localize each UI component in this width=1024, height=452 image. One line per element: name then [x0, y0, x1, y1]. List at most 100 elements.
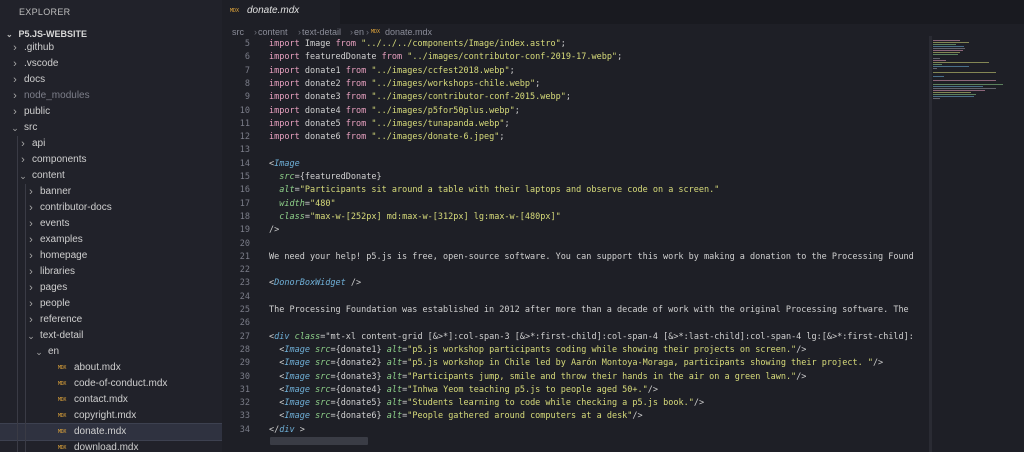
code-line[interactable]: 18 class="max-w-[252px] md:max-w-[312px]… — [222, 210, 927, 224]
code-line[interactable]: 11 import donate5 from "../images/tunapan… — [222, 117, 927, 131]
tab-donate-mdx[interactable]: MDX donate.mdx — [222, 0, 340, 24]
tree-item[interactable]: ⌄ en — [0, 344, 222, 360]
code-line[interactable]: 14 <Image — [222, 157, 927, 171]
code-line[interactable]: 19 /> — [222, 223, 927, 237]
line-number: 30 — [239, 371, 250, 382]
vscode-window: EXPLORER ⌄ P5.JS-WEBSITE › .github › .vscod… — [0, 0, 1024, 452]
tree-item[interactable]: MDX donate.mdx — [0, 423, 222, 441]
code-text: src={featuredDonate} — [279, 172, 382, 182]
line-number: 7 — [244, 65, 250, 76]
code-text: import donate2 from "../images/workshops… — [269, 78, 541, 89]
code-line[interactable]: 21 We need your help! p5.js is free, open… — [222, 250, 927, 264]
tree-item[interactable]: › .github — [0, 40, 222, 56]
chevron-right-icon: › — [29, 266, 33, 278]
editor-area: MDX donate.mdx src › content › text-detail › e… — [222, 0, 1024, 452]
code-line[interactable]: 28 <Image src={donate1} alt="p5.js works… — [222, 343, 927, 357]
tree-item-label: .vscode — [24, 58, 59, 69]
tree-item[interactable]: › reference — [0, 312, 222, 328]
chevron-right-icon: › — [29, 314, 33, 326]
tree-item-label: homepage — [40, 250, 88, 261]
code-line[interactable]: 31 <Image src={donate4} alt="Inhwa Yeom … — [222, 383, 927, 397]
tree-item[interactable]: › homepage — [0, 248, 222, 264]
tree-item[interactable]: › .vscode — [0, 56, 222, 72]
code-line[interactable]: 6 import featuredDonate from "../images/c… — [222, 50, 927, 64]
code-line[interactable]: 20 — [222, 237, 927, 251]
code-line[interactable]: 32 <Image src={donate5} alt="Students le… — [222, 396, 927, 410]
vertical-scrollbar[interactable] — [929, 36, 932, 452]
mdx-file-icon: MDX — [230, 8, 240, 14]
tree-item[interactable]: › contributor-docs — [0, 200, 222, 216]
tree-item[interactable]: MDX download.mdx — [0, 440, 222, 452]
code-line[interactable]: 26 — [222, 316, 927, 330]
tree-item[interactable]: MDX about.mdx — [0, 360, 222, 376]
code-line[interactable]: 5 import Image from "../../../components/… — [222, 37, 927, 51]
code-line[interactable]: 7 import donate1 from "../images/ccfest20… — [222, 64, 927, 78]
chevron-right-icon: › — [13, 42, 17, 54]
chevron-right-icon: › — [13, 74, 17, 86]
tree-item[interactable]: › pages — [0, 280, 222, 296]
code-text: <Image src={donate5} alt="Students learn… — [279, 398, 705, 409]
tree-item[interactable]: › api — [0, 136, 222, 152]
chevron-right-icon: › — [13, 58, 17, 70]
tree-item[interactable]: › banner — [0, 184, 222, 200]
chevron-right-icon: › — [13, 106, 17, 118]
code-line[interactable]: 17 width="480" — [222, 197, 927, 211]
tree-item-label: code-of-conduct.mdx — [74, 378, 168, 389]
tree-item[interactable]: MDX copyright.mdx — [0, 408, 222, 424]
code-line[interactable]: 10 import donate4 from "../images/p5for50… — [222, 104, 927, 118]
explorer-panel: EXPLORER ⌄ P5.JS-WEBSITE › .github › .vscod… — [0, 0, 223, 452]
tree-item[interactable]: › components — [0, 152, 222, 168]
tree-item[interactable]: › libraries — [0, 264, 222, 280]
line-number: 26 — [239, 318, 250, 329]
tree-item[interactable]: MDX contact.mdx — [0, 392, 222, 408]
tree-item[interactable]: ⌄ content — [0, 168, 222, 184]
line-number: 11 — [239, 118, 250, 129]
code-line[interactable]: 33 <Image src={donate6} alt="People gath… — [222, 409, 927, 423]
tree-item[interactable]: ⌄ src — [0, 120, 222, 136]
code-line[interactable]: 13 — [222, 143, 927, 157]
code-line[interactable]: 8 import donate2 from "../images/workshop… — [222, 77, 927, 91]
line-number: 22 — [239, 265, 250, 276]
tree-item[interactable]: › people — [0, 296, 222, 312]
minimap[interactable] — [929, 36, 1024, 452]
indent-guide — [25, 184, 26, 452]
code-line[interactable]: 16 alt="Participants sit around a table … — [222, 183, 927, 197]
code-text: <div class="mt-xl content-grid [&>*]:col… — [269, 331, 914, 342]
code-text: import donate4 from "../images/p5for50pl… — [269, 105, 520, 116]
code-line[interactable]: 25 The Processing Foundation was establis… — [222, 303, 927, 317]
minimap-line — [933, 86, 983, 87]
code-line[interactable]: 27 <div class="mt-xl content-grid [&>*]:c… — [222, 330, 927, 344]
line-number: 5 — [244, 39, 250, 49]
code-line[interactable]: 12 import donate6 from "../images/donate-… — [222, 130, 927, 144]
tree-item[interactable]: MDX code-of-conduct.mdx — [0, 376, 222, 392]
code-text: width="480" — [279, 198, 336, 209]
line-number: 25 — [239, 305, 250, 315]
horizontal-scrollbar[interactable] — [270, 437, 368, 445]
tree-item[interactable]: › docs — [0, 72, 222, 88]
tree-item[interactable]: › node_modules — [0, 88, 222, 104]
code-line[interactable]: 29 <Image src={donate2} alt="p5.js works… — [222, 356, 927, 370]
tree-item-label: copyright.mdx — [74, 410, 137, 421]
tree-item-label: node_modules — [24, 90, 90, 101]
tree-item[interactable]: ⌄ text-detail — [0, 328, 222, 344]
code-text: import donate3 from "../images/contribut… — [269, 92, 571, 103]
code-line[interactable]: 30 <Image src={donate3} alt="Participant… — [222, 370, 927, 384]
tree-item-label: reference — [40, 314, 83, 325]
line-number: 12 — [239, 132, 250, 143]
line-number: 21 — [239, 251, 250, 262]
code-editor[interactable]: 5 import Image from "../../../components/… — [222, 36, 927, 452]
chevron-right-icon: › — [29, 218, 33, 230]
code-line[interactable]: 22 — [222, 263, 927, 277]
tree-item-label: events — [40, 218, 70, 229]
code-line[interactable]: 24 — [222, 290, 927, 304]
tree-item[interactable]: › examples — [0, 232, 222, 248]
tree-item[interactable]: › public — [0, 104, 222, 120]
tree-item[interactable]: › events — [0, 216, 222, 232]
code-line[interactable]: 34 </div > — [222, 423, 927, 437]
code-line[interactable]: 23 <DonorBoxWidget /> — [222, 276, 927, 290]
mdx-file-icon: MDX — [58, 365, 67, 371]
code-text: /> — [269, 225, 280, 236]
code-line[interactable]: 9 import donate3 from "../images/contribu… — [222, 90, 927, 104]
code-line[interactable]: 15 src={featuredDonate} — [222, 170, 927, 184]
code-text: <Image — [269, 158, 300, 169]
